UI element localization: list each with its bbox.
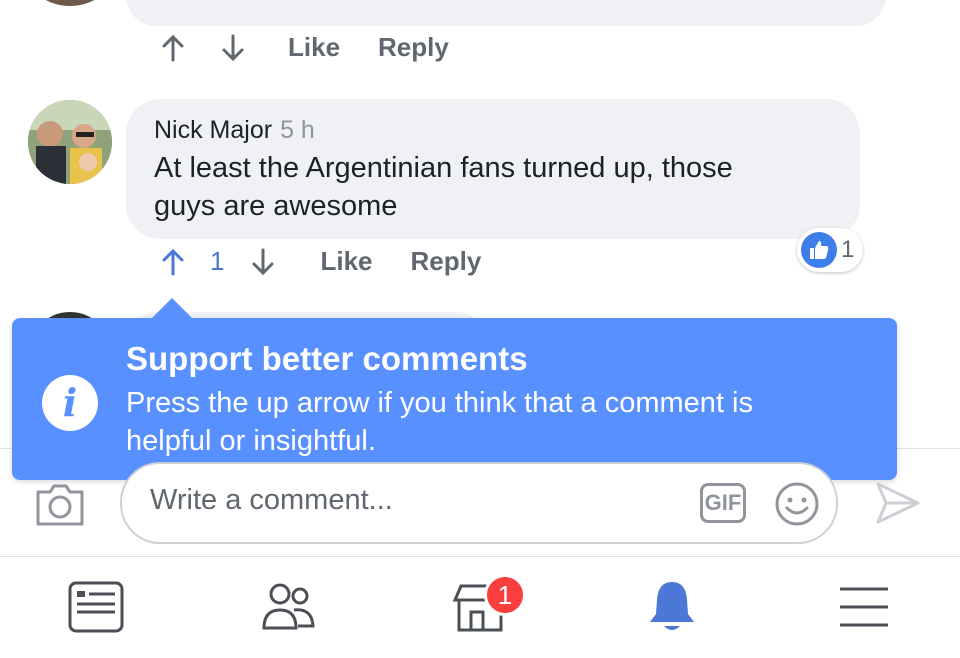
- previous-comment-actions: Like Reply: [158, 32, 449, 63]
- like-button[interactable]: Like: [320, 246, 372, 277]
- comment-text-line2: guys are awesome: [154, 190, 398, 222]
- menu-icon[interactable]: [824, 572, 904, 642]
- commenter-avatar[interactable]: [28, 100, 112, 184]
- upvote-arrow-icon[interactable]: [158, 33, 188, 63]
- reaction-count: 1: [841, 236, 855, 263]
- gif-button[interactable]: GIF: [700, 483, 746, 523]
- news-feed-icon[interactable]: [56, 572, 136, 642]
- comment-actions: 1 Like Reply: [158, 246, 481, 277]
- previous-comment-bubble: [126, 0, 886, 26]
- bottom-nav-divider: [0, 556, 960, 557]
- upvote-arrow-icon[interactable]: [158, 247, 188, 277]
- tooltip-body-line2: helpful or insightful.: [126, 425, 376, 457]
- comment-input-placeholder[interactable]: Write a comment...: [150, 484, 393, 517]
- comment-header: Nick Major 5 h: [154, 116, 315, 145]
- reaction-summary[interactable]: 1: [797, 228, 863, 272]
- send-icon[interactable]: [874, 480, 922, 526]
- tooltip-pointer: [150, 298, 194, 320]
- comment-text-line1: At least the Argentinian fans turned up,…: [154, 152, 733, 184]
- downvote-arrow-icon[interactable]: [248, 247, 278, 277]
- gif-label: GIF: [704, 490, 742, 515]
- tooltip-body-line1: Press the up arrow if you think that a c…: [126, 387, 753, 419]
- comment-timestamp[interactable]: 5 h: [280, 116, 315, 144]
- downvote-arrow-icon[interactable]: [218, 33, 248, 63]
- info-icon: i: [42, 375, 98, 431]
- comment-text: At least the Argentinian fans turned up,…: [154, 149, 733, 225]
- emoji-smile-icon[interactable]: [774, 481, 820, 527]
- previous-commenter-avatar[interactable]: [28, 0, 112, 6]
- tooltip-body: Press the up arrow if you think that a c…: [126, 384, 886, 460]
- marketplace-badge: 1: [484, 574, 526, 616]
- like-button[interactable]: Like: [288, 32, 340, 63]
- friends-icon[interactable]: [248, 572, 328, 642]
- tooltip-title: Support better comments: [126, 340, 528, 377]
- reply-button[interactable]: Reply: [378, 32, 449, 63]
- camera-icon[interactable]: [34, 480, 86, 528]
- notifications-bell-icon[interactable]: [632, 572, 712, 642]
- comment-author[interactable]: Nick Major: [154, 116, 272, 144]
- reply-button[interactable]: Reply: [411, 246, 482, 277]
- upvote-count: 1: [210, 246, 225, 276]
- thumbs-up-icon: [801, 232, 837, 268]
